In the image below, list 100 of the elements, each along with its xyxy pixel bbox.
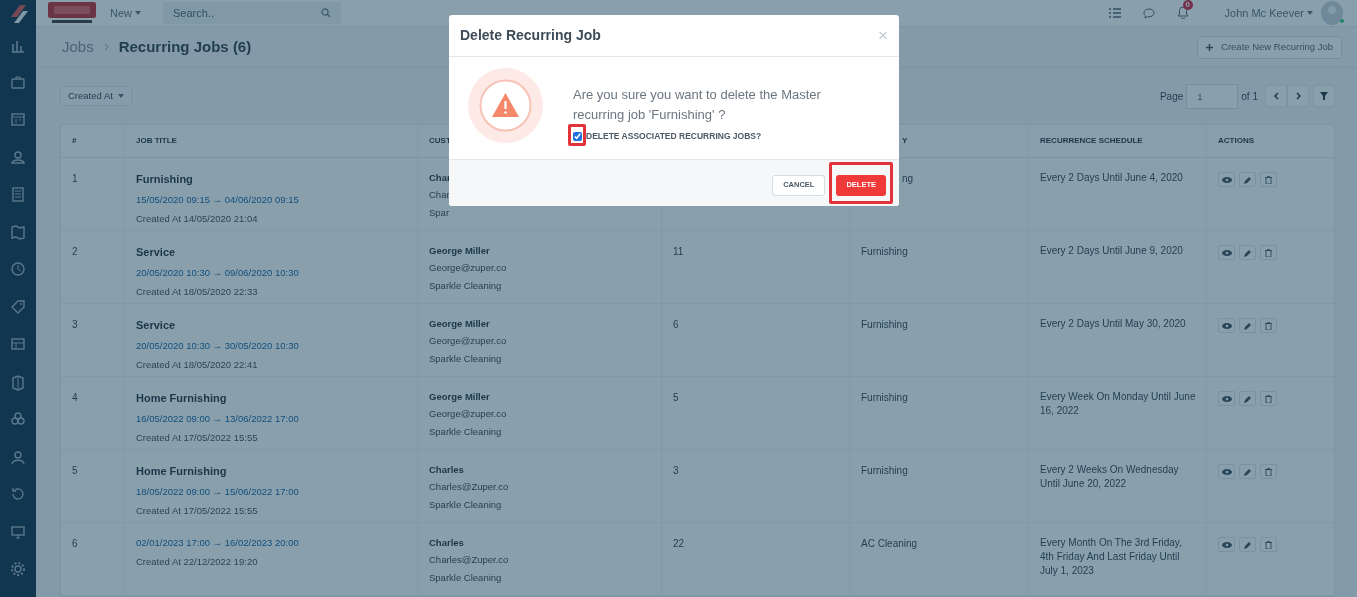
dialog-message: Are you sure you want to delete the Master recurring job 'Furnishing' ? (573, 86, 822, 124)
row-number: 2 (72, 245, 79, 259)
close-button[interactable]: × (878, 27, 888, 44)
trash-icon (1265, 175, 1272, 184)
delete-button[interactable] (1260, 245, 1277, 260)
caret-icon (135, 11, 141, 15)
customer-email: Charles@Zuper.co (429, 553, 510, 568)
customer-company: Spar (429, 205, 451, 220)
view-button[interactable] (1218, 537, 1235, 552)
column-header: CUST (429, 135, 451, 147)
page-input[interactable]: 1 (1186, 83, 1239, 109)
caret-icon (1307, 11, 1313, 15)
table-cell-text: 6 (673, 318, 680, 332)
next-page-button[interactable] (1287, 85, 1309, 108)
view-button[interactable] (1218, 318, 1235, 333)
eye-icon (1221, 176, 1232, 183)
trash-icon (1265, 248, 1272, 257)
schedule-cell-text: Every 2 Days Until June 9, 2020 (1040, 244, 1184, 258)
pencil-icon (1243, 540, 1252, 549)
delete-button[interactable] (1260, 318, 1277, 333)
settings-icon[interactable] (8, 559, 28, 579)
customer-name: George Miller (429, 244, 491, 258)
user-menu[interactable]: John Mc Keever (1224, 4, 1313, 22)
column-header: RECURRENCE SCHEDULE (1040, 135, 1143, 147)
category-cell-text: Furnishing (861, 464, 909, 478)
notification-badge: 0 (1182, 0, 1193, 10)
delete-button[interactable] (1260, 172, 1277, 187)
caret-icon (117, 94, 124, 99)
column-header: JOB TITLE (136, 135, 177, 147)
customer-name: Charles (429, 463, 465, 477)
row-number: 5 (72, 464, 79, 478)
trash-icon (1265, 321, 1272, 330)
list-icon[interactable] (1108, 8, 1121, 18)
customer-name: Charles (429, 536, 465, 550)
table-cell-text: 5 (673, 391, 680, 405)
schedule-cell-text: Every 2 Days Until June 4, 2020 (1040, 171, 1184, 185)
bell-icon[interactable] (1176, 6, 1189, 19)
search-input[interactable]: Search.. (173, 4, 321, 22)
job-title: Service (136, 318, 177, 333)
view-button[interactable] (1218, 464, 1235, 479)
breadcrumb-link[interactable]: Jobs (62, 35, 94, 59)
edit-button[interactable] (1239, 391, 1256, 406)
job-title: Furnishing (136, 172, 194, 187)
job-dates: 16/05/2022 09:00 → 13/06/2022 17:00 (136, 411, 300, 426)
company-logo (48, 2, 96, 24)
edit-button[interactable] (1239, 318, 1256, 333)
eye-icon (1221, 249, 1232, 256)
view-button[interactable] (1218, 172, 1235, 187)
customer-name: George Miller (429, 390, 491, 404)
customer-email: George@zuper.co (429, 261, 508, 276)
created-date: Created At 14/05/2020 21:04 (136, 211, 259, 226)
clock-icon[interactable] (8, 259, 28, 279)
customer-company: Sparkle Cleaning (429, 497, 503, 512)
filter-button[interactable] (1313, 85, 1335, 108)
row-number: 4 (72, 391, 79, 405)
previous-page-button[interactable] (1265, 85, 1287, 108)
checkbox-label: DELETE ASSOCIATED RECURRING JOBS? (586, 130, 762, 143)
plus-icon (1206, 43, 1214, 51)
row-number: 6 (72, 537, 79, 551)
schedule-cell-text: Every 2 Days Until May 30, 2020 (1040, 317, 1187, 331)
created-date: Created At 17/05/2022 15:55 (136, 430, 259, 445)
customer-company: Sparkle Cleaning (429, 351, 503, 366)
filter-icon (1320, 92, 1328, 101)
chat-icon[interactable] (1142, 7, 1155, 19)
customer-email: Char (429, 188, 451, 203)
edit-button[interactable] (1239, 464, 1256, 479)
delete-button[interactable] (1260, 464, 1277, 479)
customer-name: George Miller (429, 317, 491, 331)
delete-button[interactable] (1260, 537, 1277, 552)
new-menu[interactable]: New (110, 4, 141, 22)
schedule-cell-text: Every 2 Weeks On Wednesday Until June 20, 2022 (1040, 463, 1180, 491)
search-field[interactable]: Search.. (163, 2, 341, 24)
view-button[interactable] (1218, 391, 1235, 406)
pencil-icon (1243, 394, 1252, 403)
pencil-icon (1243, 321, 1252, 330)
table-cell-text: 11 (673, 245, 685, 259)
edit-button[interactable] (1239, 245, 1256, 260)
page-total: of 1 (1241, 89, 1258, 104)
edit-button[interactable] (1239, 537, 1256, 552)
warning-icon (468, 68, 543, 143)
job-title: Service (136, 245, 177, 260)
job-dates: 02/01/2023 17:00 → 16/02/2023 20:00 (136, 536, 300, 550)
customer-name: Char (429, 171, 452, 185)
checkbox[interactable] (573, 131, 582, 141)
create-button[interactable]: Create New Recurring Job (1197, 35, 1342, 59)
edit-button[interactable] (1239, 172, 1256, 187)
job-dates: 20/05/2020 10:30 → 30/05/2020 10:30 (136, 338, 300, 353)
job-title: Home Furnishing (136, 464, 228, 479)
customer-company: Sparkle Cleaning (429, 278, 503, 293)
view-button[interactable] (1218, 245, 1235, 260)
row-number: 3 (72, 318, 79, 332)
pencil-icon (1243, 248, 1252, 257)
created-date: Created At 18/05/2020 22:33 (136, 284, 259, 299)
created-date: Created At 18/05/2020 22:41 (136, 357, 259, 372)
delete-button[interactable] (1260, 391, 1277, 406)
schedule-cell-text: Every Month On The 3rd Friday, 4th Friday And Last Friday Until July 1, 2023 (1040, 536, 1183, 578)
customer-company: Sparkle Cleaning (429, 424, 503, 439)
category-cell-text: Furnishing (861, 318, 909, 332)
sort-dropdown[interactable]: Created At (60, 86, 132, 107)
app-logo[interactable] (8, 2, 28, 24)
